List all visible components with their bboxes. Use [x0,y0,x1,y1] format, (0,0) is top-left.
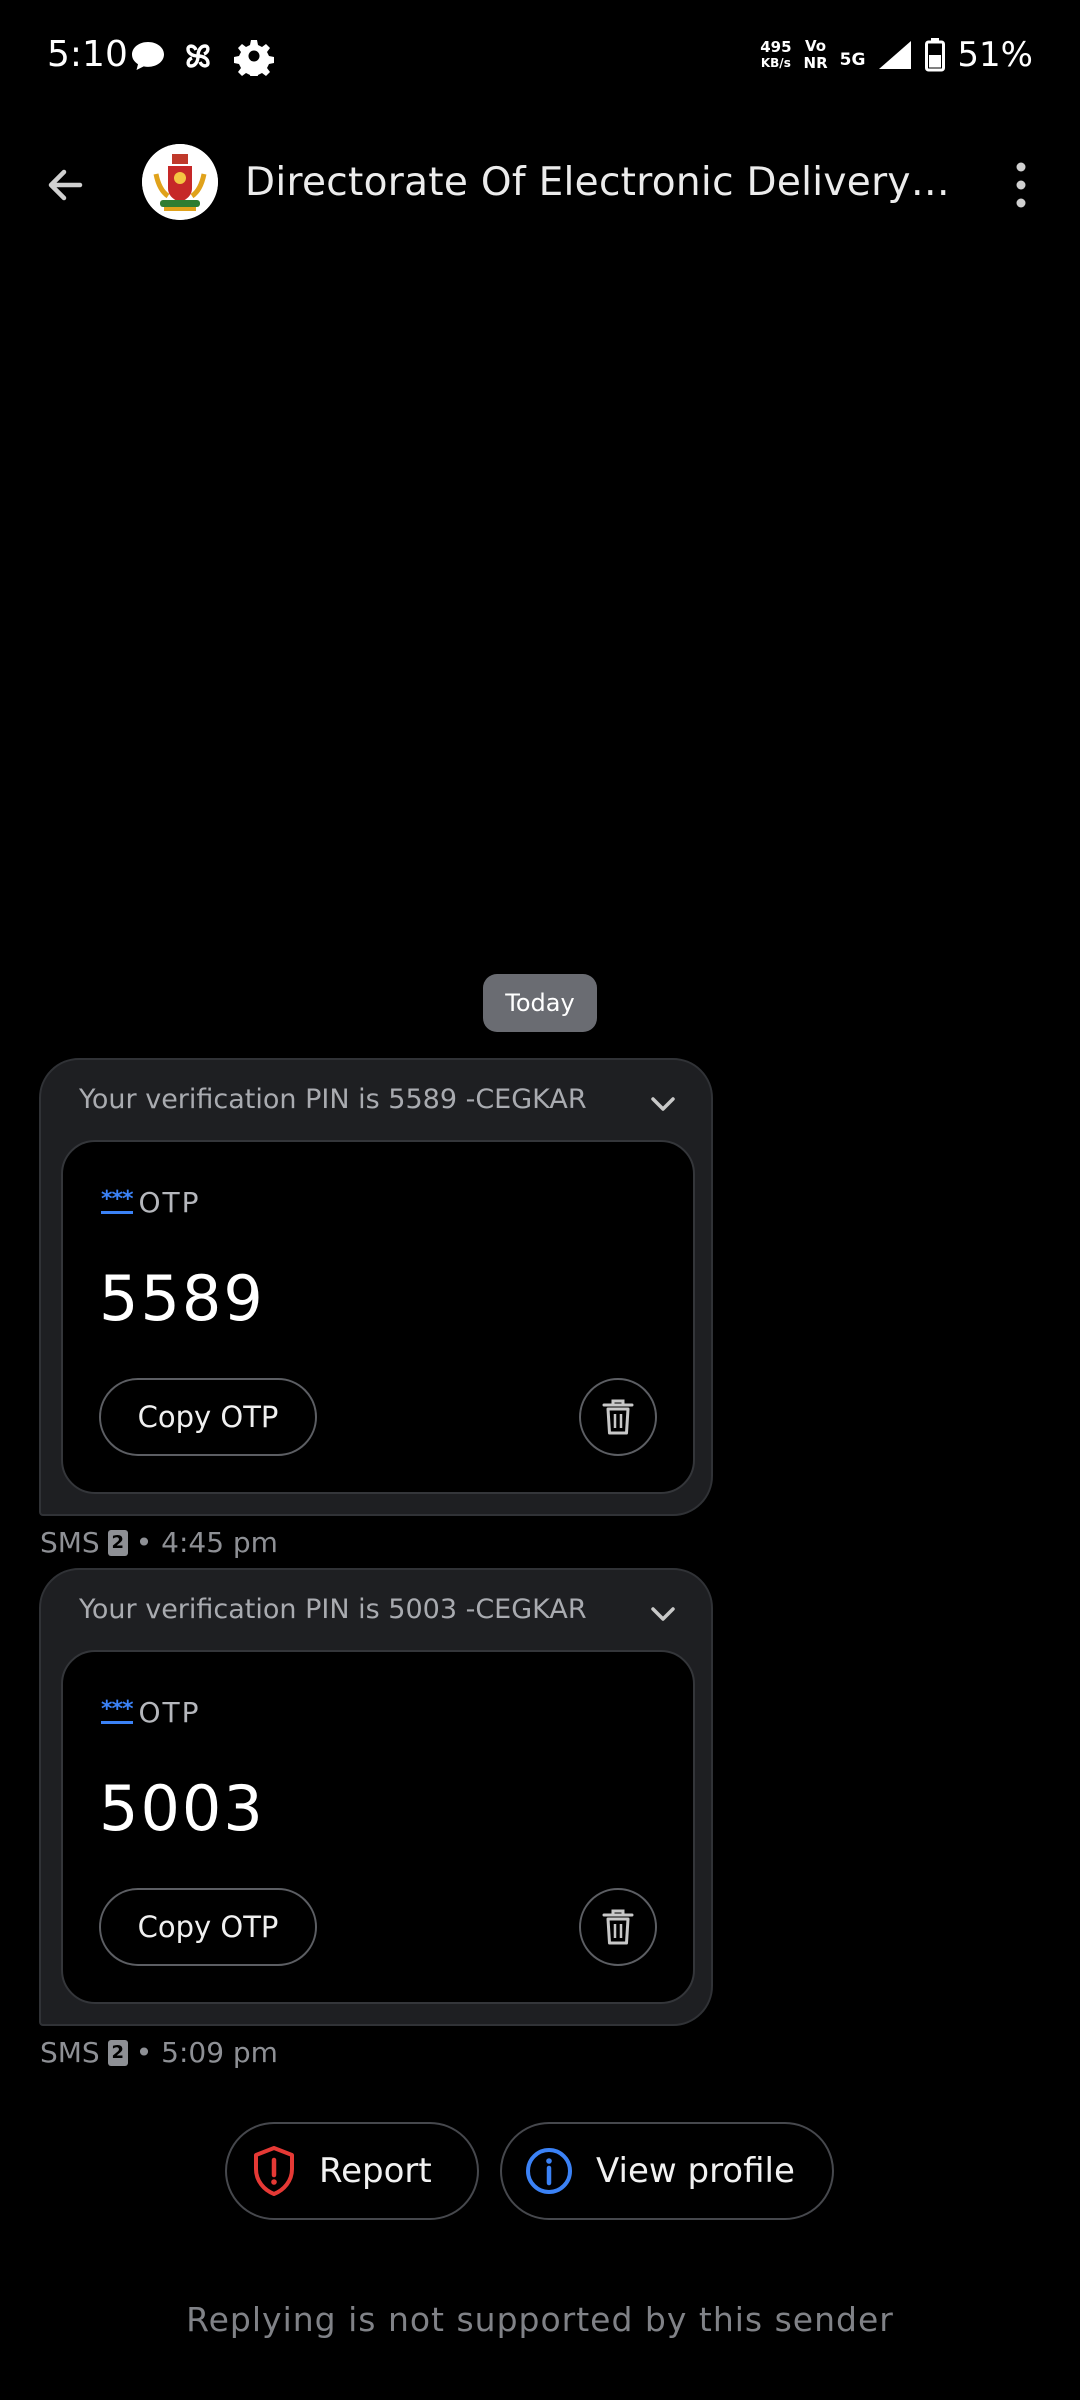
message-preview: Your verification PIN is 5003 -CEGKAR [79,1594,587,1625]
message-channel: SMS [40,2036,100,2069]
delete-button[interactable] [579,1378,657,1456]
otp-label-row: *** OTP [101,1696,201,1729]
copy-otp-button[interactable]: Copy OTP [99,1888,317,1966]
otp-label: OTP [138,1696,201,1729]
sim-icon: 2 [107,1529,128,1556]
status-time: 5:10 [47,34,128,75]
status-bar: 5:10 495 KB/s Vo NR 5G 51% [0,0,1080,112]
message-preview: Your verification PIN is 5589 -CEGKAR [79,1084,587,1115]
network-type: 5G [839,50,866,70]
sender-title[interactable]: Directorate Of Electronic Delivery O... [245,160,955,205]
view-profile-button[interactable]: View profile [500,2122,834,2220]
copy-otp-button[interactable]: Copy OTP [99,1378,317,1456]
report-label: Report [319,2151,432,2191]
view-profile-label: View profile [596,2151,795,2191]
trash-icon [602,1399,634,1435]
otp-label-row: *** OTP [101,1186,201,1219]
pinwheel-icon [186,44,210,68]
shield-alert-icon [254,2146,294,2196]
reply-unsupported-note: Replying is not supported by this sender [186,2300,894,2339]
battery-percent: 51% [957,35,1033,75]
message-bubble[interactable]: Your verification PIN is 5589 -CEGKAR **… [39,1058,713,1516]
message-time: • 5:09 pm [135,2036,278,2069]
message-meta: SMS 2 • 4:45 pm [40,1526,278,1559]
sim-icon: 2 [107,2039,128,2066]
sender-avatar[interactable] [142,144,218,220]
otp-code: 5589 [99,1262,265,1335]
signal-icon [879,41,912,69]
message-meta: SMS 2 • 5:09 pm [40,2036,278,2069]
battery-icon [925,38,946,72]
arrow-left-icon[interactable] [40,160,90,210]
status-right-group: 495 KB/s Vo NR 5G 51% [760,30,1033,80]
delete-button[interactable] [579,1888,657,1966]
otp-card: *** OTP 5589 Copy OTP [61,1140,695,1494]
password-icon: *** [101,1697,134,1724]
volte-indicator: Vo NR [803,37,828,72]
message-channel: SMS [40,1526,100,1559]
password-icon: *** [101,1187,134,1214]
date-divider: Today [483,974,597,1032]
otp-card: *** OTP 5003 Copy OTP [61,1650,695,2004]
chat-bubble-icon [132,42,164,70]
otp-code: 5003 [99,1772,265,1845]
report-button[interactable]: Report [225,2122,479,2220]
trash-icon [602,1909,634,1945]
chevron-down-icon[interactable] [645,1086,681,1122]
more-vertical-icon[interactable] [1006,160,1036,210]
network-speed: 495 KB/s [760,38,792,70]
info-icon [526,2148,572,2194]
message-bubble[interactable]: Your verification PIN is 5003 -CEGKAR **… [39,1568,713,2026]
message-time: • 4:45 pm [135,1526,278,1559]
chevron-down-icon[interactable] [645,1596,681,1632]
gear-icon [234,40,274,76]
otp-label: OTP [138,1186,201,1219]
karnataka-emblem-icon [142,144,218,220]
